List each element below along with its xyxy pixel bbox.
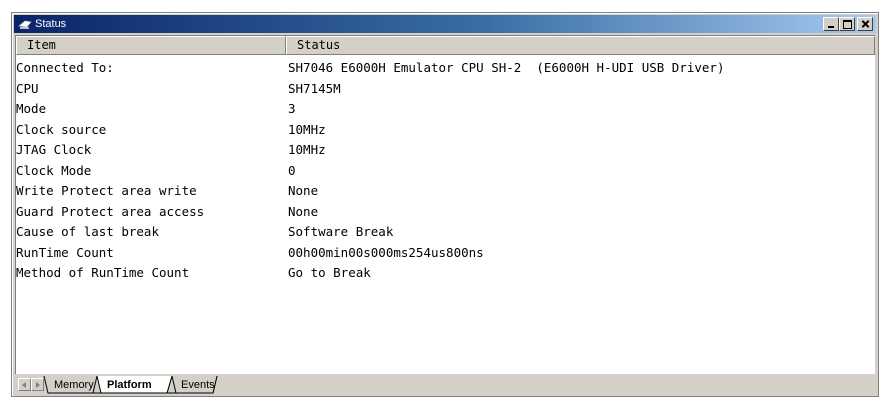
row-item: JTAG Clock	[16, 142, 92, 157]
column-header-status[interactable]: Status	[286, 36, 875, 55]
row-status: 00h00min00s000ms254us800ns	[288, 244, 484, 260]
table-row[interactable]: Guard Protect area access None	[16, 202, 875, 223]
tab-platform[interactable]: Platform	[107, 378, 152, 392]
row-item: Guard Protect area access	[16, 203, 205, 219]
tab-memory[interactable]: Memory	[54, 378, 94, 392]
column-header-item[interactable]: Item	[16, 36, 286, 55]
tab-bar: Memory Platform Events	[15, 376, 875, 394]
row-status: SH7145M	[288, 80, 341, 96]
tab-strip: Memory Platform Events	[15, 376, 315, 396]
table-row[interactable]: Clock Mode 0	[16, 161, 875, 182]
table-row[interactable]: Cause of last break Software Break	[16, 222, 875, 243]
row-status: 10MHz	[288, 121, 326, 137]
row-item: Method of RunTime Count	[16, 265, 190, 280]
table-body: Connected To: SH7046 E6000H Emulator CPU …	[16, 58, 875, 284]
row-status: 0	[288, 162, 296, 178]
minimize-button[interactable]	[823, 17, 839, 31]
table-row[interactable]: RunTime Count 00h00min00s000ms254us800ns	[16, 243, 875, 264]
row-item: Clock Mode	[16, 162, 92, 178]
row-status: None	[288, 203, 319, 219]
table-row[interactable]: JTAG Clock 10MHz	[16, 140, 875, 161]
row-item: Mode	[16, 101, 47, 116]
table-header: Item Status	[16, 36, 875, 55]
row-item: Cause of last break	[16, 224, 159, 239]
row-item: RunTime Count	[16, 244, 114, 260]
row-status: 10MHz	[288, 142, 326, 157]
tab-events[interactable]: Events	[181, 378, 215, 392]
window-title: Status	[35, 18, 67, 30]
row-status: SH7046 E6000H Emulator CPU SH-2 (E6000H …	[288, 60, 725, 75]
table-row[interactable]: Method of RunTime Count Go to Break	[16, 263, 875, 284]
table-row[interactable]: Clock source 10MHz	[16, 120, 875, 141]
status-window: Status Item Status Connected To: SH7046 E…	[11, 12, 879, 397]
maximize-button[interactable]	[839, 17, 855, 31]
status-window-icon	[18, 20, 32, 29]
row-status: Software Break	[288, 224, 394, 239]
row-item: Write Protect area write	[16, 183, 197, 198]
table-row[interactable]: Write Protect area write None	[16, 181, 875, 202]
close-button[interactable]	[857, 17, 873, 31]
table-row[interactable]: Connected To: SH7046 E6000H Emulator CPU …	[16, 58, 875, 79]
row-status: None	[288, 183, 319, 198]
row-item: Connected To:	[16, 60, 114, 75]
row-item: Clock source	[16, 121, 107, 137]
table-row[interactable]: Mode 3	[16, 99, 875, 120]
table-row[interactable]: CPU SH7145M	[16, 79, 875, 100]
row-status: 3	[288, 101, 296, 116]
row-item: CPU	[16, 80, 39, 96]
status-table: Item Status Connected To: SH7046 E6000H E…	[15, 35, 875, 374]
title-bar[interactable]: Status	[14, 15, 876, 33]
row-status: Go to Break	[288, 265, 371, 280]
